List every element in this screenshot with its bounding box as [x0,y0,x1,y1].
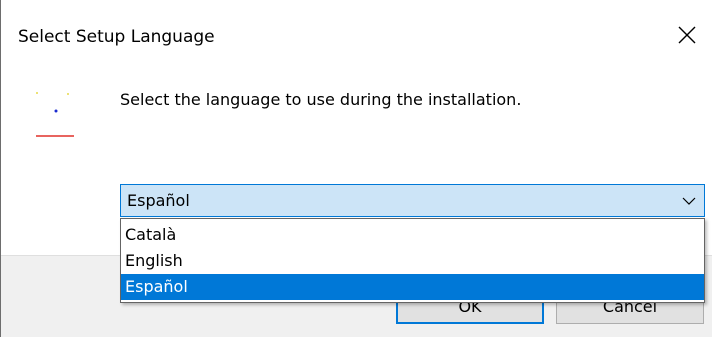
language-option-english[interactable]: English [121,248,704,274]
chevron-down-icon [682,197,696,205]
language-select[interactable]: Español [120,184,705,217]
language-option-catala[interactable]: Català [121,222,704,248]
instruction-text: Select the language to use during the in… [120,90,522,109]
setup-language-dialog: Select Setup Language Select the languag… [0,0,712,337]
setup-app-icon [36,92,74,137]
language-option-espanol[interactable]: Español [121,274,704,300]
language-options-list: Català English Español [120,218,705,303]
close-icon[interactable] [676,24,698,46]
language-select-value: Español [127,191,190,210]
dialog-title: Select Setup Language [18,27,215,47]
